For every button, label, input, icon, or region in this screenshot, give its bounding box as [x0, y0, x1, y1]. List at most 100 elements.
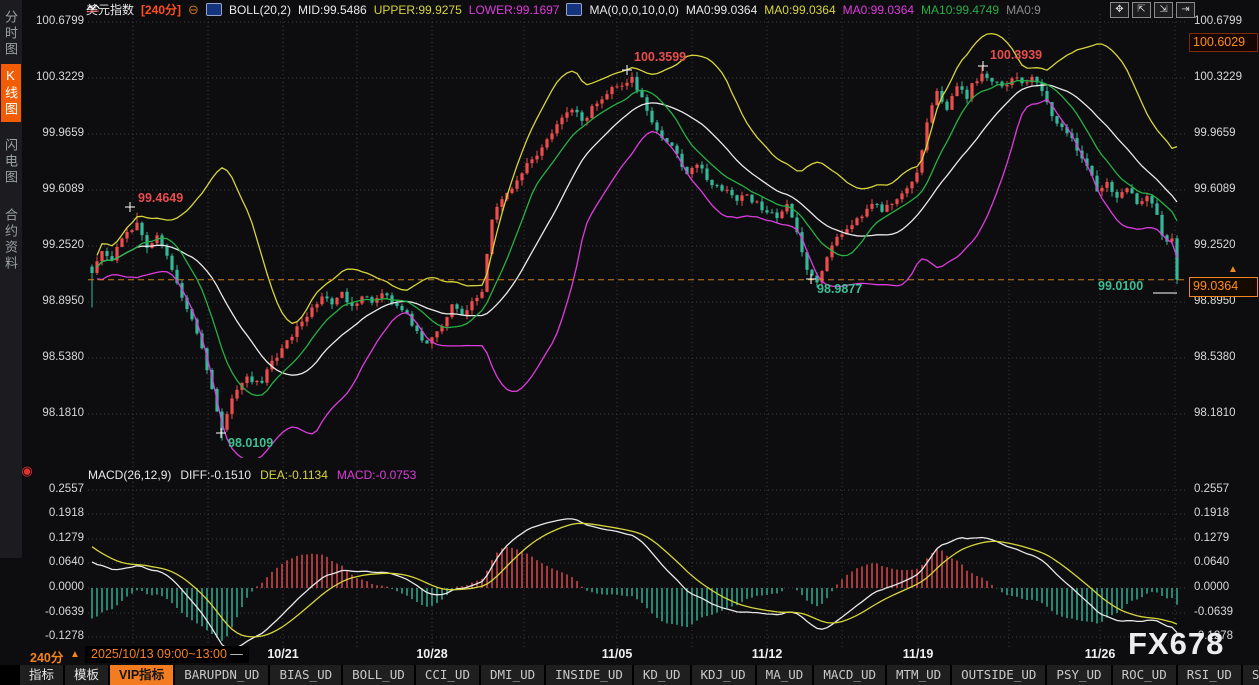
tab-rsi_ud[interactable]: RSI_UD: [1178, 665, 1241, 685]
macd-axis-right-label: 0.1918: [1194, 507, 1229, 519]
y-axis-right-label: 100.6799: [1194, 15, 1242, 27]
tab-cci_ud[interactable]: CCI_UD: [416, 665, 479, 685]
high-price-badge: 100.6029: [1189, 33, 1258, 52]
y-axis-left-label: 98.1810: [32, 407, 84, 419]
price-annotation: 100.3599: [634, 50, 686, 64]
indicator-header: 美元指数 [240分] ⊖ BOLL(20,2) MID:99.5486 UPP…: [86, 2, 1041, 17]
tab-inside_ud[interactable]: INSIDE_UD: [546, 665, 632, 685]
y-axis-right-label: 99.6089: [1194, 183, 1236, 195]
tab-roc_ud[interactable]: ROC_UD: [1113, 665, 1176, 685]
tab-模板[interactable]: 模板: [65, 665, 108, 685]
x-axis-date-label: 10/21: [267, 647, 298, 661]
tab-barupdn_ud[interactable]: BARUPDN_UD: [175, 665, 268, 685]
macd-close-icon[interactable]: ◉: [20, 464, 34, 478]
timeframe-label[interactable]: 240分: [30, 647, 63, 666]
app-window: 分时图K线图闪电图合约资料 美元指数 [240分] ⊖ BOLL(20,2) M…: [0, 0, 1259, 685]
boll-mid-value: MID:99.5486: [298, 3, 367, 17]
x-axis-date-label: 11/12: [752, 647, 783, 661]
tab-macd_ud[interactable]: MACD_UD: [814, 665, 885, 685]
sidebar-item-contract-info[interactable]: 合约资料: [1, 204, 21, 276]
tab-vip指标[interactable]: VIP指标: [110, 665, 173, 685]
x-axis-date-label: 11/26: [1085, 647, 1116, 661]
macd-axis-left-label: 0.0000: [32, 581, 84, 593]
tab-kd_ud[interactable]: KD_UD: [634, 665, 690, 685]
ma0-value-yellow: MA0:99.0364: [764, 3, 835, 17]
macd-diff-value: DIFF:-0.1510: [180, 468, 251, 482]
y-axis-left-label: 98.8950: [32, 295, 84, 307]
sidebar-item-flash-chart[interactable]: 闪电图: [1, 134, 21, 190]
macd-label: MACD(26,12,9): [88, 468, 171, 482]
macd-axis-right-label: 0.2557: [1194, 483, 1229, 495]
macd-axis-left-label: -0.0639: [32, 606, 84, 618]
macd-axis-right-label: 0.0640: [1194, 556, 1229, 568]
macd-header: MACD(26,12,9) DIFF:-0.1510 DEA:-0.1134 M…: [88, 468, 416, 482]
y-axis-right-label: 100.3229: [1194, 71, 1242, 83]
macd-axis-left-label: 0.2557: [32, 483, 84, 495]
y-axis-left-label: 99.9659: [32, 127, 84, 139]
boll-lower-value: LOWER:99.1697: [469, 3, 560, 17]
macd-axis-left-label: 0.0640: [32, 556, 84, 568]
price-annotation: 99.4649: [138, 191, 183, 205]
current-price-box: 99.0364: [1189, 277, 1258, 297]
macd-dea-value: DEA:-0.1134: [260, 468, 328, 482]
ma0-value-gray: MA0:9: [1006, 3, 1041, 17]
bar-time-range-text: 2025/10/13 09:00~13:00: [91, 647, 227, 661]
sidebar-item-time-chart[interactable]: 分时图: [1, 6, 21, 62]
tab-ma_ud[interactable]: MA_UD: [757, 665, 813, 685]
y-axis-right-label: 99.2520: [1194, 239, 1236, 251]
macd-axis-left-label: 0.1918: [32, 507, 84, 519]
x-axis-date-label: 11/19: [903, 647, 934, 661]
y-axis-right-label: 98.1810: [1194, 407, 1236, 419]
boll-indicator-icon[interactable]: [206, 3, 222, 16]
timeframe-arrow-icon: ▲: [70, 649, 80, 660]
price-annotation: 98.0109: [228, 436, 273, 450]
tab-mtm_ud[interactable]: MTM_UD: [887, 665, 950, 685]
axis-right-icon[interactable]: ⇲: [1154, 2, 1173, 18]
indicator-tab-bar: 指标模板VIP指标BARUPDN_UDBIAS_UDBOLL_UDCCI_UDD…: [0, 665, 1259, 685]
y-axis-left-label: 100.6799: [32, 15, 84, 27]
boll-upper-value: UPPER:99.9275: [374, 3, 462, 17]
ma0-value-white: MA0:99.0364: [686, 3, 757, 17]
y-axis-left-label: 99.2520: [32, 239, 84, 251]
tab-psy_ud[interactable]: PSY_UD: [1047, 665, 1110, 685]
price-up-arrow-icon: ▲: [1228, 264, 1238, 275]
y-axis-left-label: 99.6089: [32, 183, 84, 195]
sidebar-item-kline-chart[interactable]: K线图: [1, 64, 21, 122]
macd-axis-right-label: 0.1279: [1194, 532, 1229, 544]
axis-left-icon[interactable]: ⇱: [1132, 2, 1151, 18]
y-axis-right-label: 99.9659: [1194, 127, 1236, 139]
macd-axis-right-label: 0.0000: [1194, 581, 1229, 593]
bar-time-range[interactable]: 2025/10/13 09:00~13:00 —: [85, 646, 249, 663]
tab-dmi_ud[interactable]: DMI_UD: [481, 665, 544, 685]
x-axis-row: 240分 ▲ 2025/10/13 09:00~13:00 — 10/2110/…: [0, 646, 1259, 664]
price-annotation: 99.0100: [1098, 279, 1143, 293]
tab-sma_ud[interactable]: SMA_UD: [1243, 665, 1259, 685]
tab-boll_ud[interactable]: BOLL_UD: [343, 665, 414, 685]
ma10-value: MA10:99.4749: [921, 3, 999, 17]
chart-canvas[interactable]: [0, 0, 1259, 685]
period-label: [240分]: [141, 1, 181, 18]
macd-axis-left-label: -0.1278: [32, 630, 84, 642]
window-tool-icons: ✥⇱⇲⇥: [1110, 2, 1195, 18]
y-axis-left-label: 98.5380: [32, 351, 84, 363]
y-axis-left-label: 100.3229: [32, 71, 84, 83]
tab-bias_ud[interactable]: BIAS_UD: [270, 665, 341, 685]
y-axis-right-label: 98.5380: [1194, 351, 1236, 363]
collapse-icon[interactable]: ⊖: [188, 3, 199, 16]
tab-kdj_ud[interactable]: KDJ_UD: [692, 665, 755, 685]
shift-right-icon[interactable]: ⇥: [1176, 2, 1195, 18]
x-axis-date-label: 11/05: [602, 647, 633, 661]
tab-outside_ud[interactable]: OUTSIDE_UD: [952, 665, 1045, 685]
price-annotation: 98.9877: [817, 282, 862, 296]
ma0-value-magenta: MA0:99.0364: [843, 3, 914, 17]
watermark-logo: FX678: [1128, 626, 1224, 662]
macd-axis-right-label: -0.0639: [1194, 606, 1233, 618]
macd-macd-value: MACD:-0.0753: [337, 468, 416, 482]
boll-label: BOLL(20,2): [229, 3, 291, 17]
ma-label: MA(0,0,0,10,0,0): [589, 3, 678, 17]
tab-指标[interactable]: 指标: [20, 665, 63, 685]
price-annotation: 100.3939: [990, 48, 1042, 62]
macd-axis-left-label: 0.1279: [32, 532, 84, 544]
pan-icon[interactable]: ✥: [1110, 2, 1129, 18]
ma-indicator-icon[interactable]: [566, 3, 582, 16]
